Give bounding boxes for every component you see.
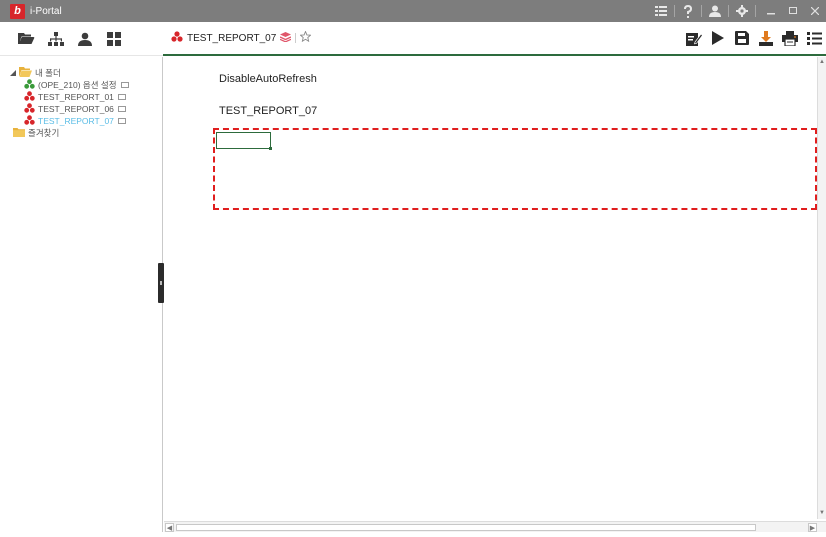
- report-text-title: TEST_REPORT_07: [219, 105, 318, 117]
- cell-fill-handle[interactable]: [269, 147, 272, 150]
- user-icon[interactable]: [706, 3, 724, 19]
- scroll-up-arrow-icon[interactable]: ▲: [818, 58, 826, 66]
- horizontal-scrollbar[interactable]: ◀ ▶: [164, 521, 826, 532]
- minimize-icon[interactable]: [760, 0, 782, 22]
- tree-root-my-folder[interactable]: 내 폴더: [10, 66, 129, 79]
- tree-label: TEST_REPORT_07: [38, 116, 114, 126]
- tree-label: 내 폴더: [35, 68, 61, 78]
- tree-label: TEST_REPORT_06: [38, 104, 114, 114]
- collapse-triangle-icon[interactable]: [10, 67, 16, 79]
- report-icon: [171, 31, 183, 45]
- list-view-icon: [117, 106, 126, 112]
- dashboard-tiles-icon[interactable]: [105, 31, 122, 47]
- folder-tree: 내 폴더 (OPE_210) 옵션 설정 TEST_REPORT_01 TEST…: [10, 66, 129, 139]
- help-icon[interactable]: [679, 3, 697, 19]
- report-toolbar: TEST_REPORT_07: [163, 22, 826, 56]
- tree-item-test-report-07[interactable]: TEST_REPORT_07: [24, 114, 129, 128]
- tree-item-test-report-01[interactable]: TEST_REPORT_01: [24, 90, 129, 103]
- folder-icon: [13, 127, 25, 140]
- app-logo-icon: b: [10, 3, 25, 19]
- print-icon[interactable]: [782, 30, 798, 46]
- list-view-icon: [117, 118, 126, 124]
- settings-gear-icon[interactable]: [733, 3, 751, 19]
- scroll-left-arrow-icon[interactable]: ◀: [165, 523, 174, 532]
- selected-cell[interactable]: [216, 132, 272, 150]
- scroll-right-arrow-icon[interactable]: ▶: [808, 523, 817, 532]
- folder-tree-panel: 내 폴더 (OPE_210) 옵션 설정 TEST_REPORT_01 TEST…: [0, 57, 163, 537]
- navigator-toolbar: [0, 22, 163, 56]
- run-play-icon[interactable]: [710, 30, 726, 46]
- report-text-disable-auto-refresh: DisableAutoRefresh: [219, 73, 317, 85]
- list-view-icon: [120, 82, 129, 88]
- tree-label: (OPE_210) 옵션 설정: [38, 80, 117, 90]
- maximize-icon[interactable]: [782, 0, 804, 22]
- report-canvas: DisableAutoRefresh TEST_REPORT_07: [164, 57, 817, 519]
- report-actions: [686, 22, 822, 54]
- title-bar: b i-Portal: [0, 0, 826, 22]
- title-bar-controls: [652, 0, 826, 22]
- hierarchy-icon[interactable]: [47, 31, 64, 47]
- favorite-star-icon[interactable]: [299, 30, 312, 45]
- open-folder-icon[interactable]: [18, 31, 35, 47]
- highlight-region: [213, 128, 817, 210]
- vertical-scrollbar[interactable]: ▲ ▼: [817, 57, 826, 519]
- scroll-down-arrow-icon[interactable]: ▼: [818, 509, 826, 517]
- list-view-icon: [117, 94, 126, 100]
- download-icon[interactable]: [758, 30, 774, 46]
- edit-report-icon[interactable]: [686, 30, 702, 46]
- tree-label: TEST_REPORT_01: [38, 92, 114, 102]
- tab-test-report-07[interactable]: TEST_REPORT_07: [171, 30, 312, 45]
- list-menu-icon[interactable]: [806, 30, 822, 46]
- window-title: i-Portal: [30, 5, 62, 17]
- tree-item-favorites[interactable]: 즐겨찾기: [13, 127, 129, 139]
- layers-icon[interactable]: [280, 31, 292, 45]
- close-icon[interactable]: [804, 0, 826, 22]
- report-icon: [24, 114, 35, 128]
- tree-item-option-settings[interactable]: (OPE_210) 옵션 설정: [24, 78, 129, 91]
- save-icon[interactable]: [734, 30, 750, 46]
- menu-grid-icon[interactable]: [652, 3, 670, 19]
- horizontal-scroll-thumb[interactable]: [176, 524, 756, 531]
- user-account-icon[interactable]: [76, 31, 93, 47]
- tab-label: TEST_REPORT_07: [187, 32, 277, 44]
- tree-item-test-report-06[interactable]: TEST_REPORT_06: [24, 102, 129, 115]
- tree-label: 즐겨찾기: [28, 128, 60, 138]
